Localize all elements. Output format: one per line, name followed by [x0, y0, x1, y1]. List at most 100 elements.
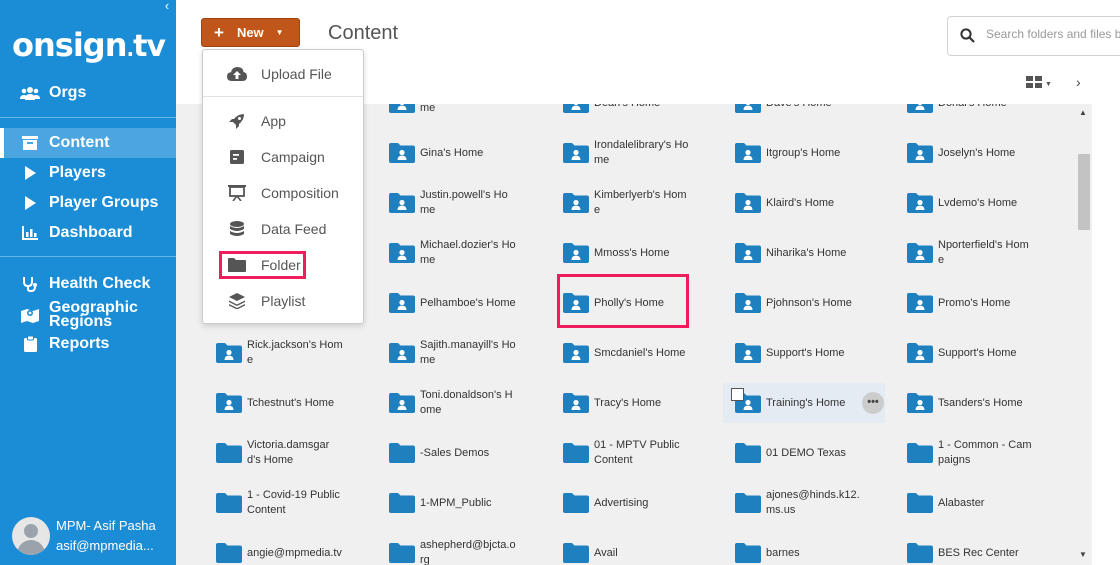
nav-reports[interactable]: Reports [0, 329, 176, 359]
divider [203, 96, 363, 97]
folder-item[interactable]: 1-MPM_Public [389, 488, 516, 518]
divider [0, 117, 176, 118]
folder-item[interactable]: -Sales Demos [389, 438, 516, 468]
nav-player-groups[interactable]: Player Groups [0, 188, 176, 218]
folder-item[interactable]: Irondalelibrary's Home [563, 138, 690, 168]
bar-chart-icon [20, 224, 40, 242]
folder-item[interactable]: Donal's Home [907, 104, 1034, 118]
folder-item[interactable]: Support's Home [735, 338, 862, 368]
folder-icon [216, 443, 242, 463]
search-input[interactable] [986, 27, 1120, 41]
folder-item[interactable]: 1 - Covid-19 Public Content [216, 488, 343, 518]
folder-name: Dave's Home [766, 104, 862, 111]
folder-item[interactable]: Toni.donaldson's Home [389, 388, 516, 418]
folder-item[interactable]: Tracy's Home [563, 388, 690, 418]
folder-item[interactable]: Michael.dozier's Home [389, 238, 516, 268]
folder-item[interactable]: Promo's Home [907, 288, 1034, 318]
right-panel-edge [1092, 104, 1120, 565]
menu-item-data-feed[interactable]: Data Feed [203, 214, 363, 244]
new-button[interactable]: + New ▼ [201, 18, 300, 47]
folder-item[interactable]: Niharika's Home [735, 238, 862, 268]
menu-item-composition[interactable]: Composition [203, 178, 363, 208]
menu-item-campaign[interactable]: Campaign [203, 142, 363, 172]
user-email: asif@mpmedia... [56, 538, 154, 553]
folder-item[interactable]: Victoria.damsgard's Home [216, 438, 343, 468]
folder-item[interactable]: Gina's Home [389, 138, 516, 168]
folder-item[interactable]: angie@mpmedia.tv [216, 538, 343, 565]
database-icon [227, 220, 247, 238]
folder-item[interactable]: Dave's Home [735, 104, 862, 118]
search-box[interactable] [947, 16, 1120, 56]
folder-item[interactable]: Alabaster [907, 488, 1034, 518]
folder-name: Tchestnut's Home [247, 396, 335, 409]
user-folder-icon [389, 143, 415, 163]
nav-dashboard[interactable]: Dashboard [0, 218, 176, 248]
vertical-scrollbar[interactable]: ▲ ▼ [1076, 104, 1092, 565]
folder-item[interactable]: Itgroup's Home [735, 138, 862, 168]
folder-icon [907, 543, 933, 563]
folder-item[interactable]: Sajith.manayill's Home [389, 338, 516, 368]
folder-item[interactable]: Kimberlyerb's Home [563, 188, 690, 218]
view-toggle-button[interactable]: ▼ [1026, 76, 1056, 92]
scrollbar-thumb[interactable] [1078, 154, 1090, 230]
folder-item[interactable]: me [389, 104, 516, 118]
select-checkbox[interactable] [731, 388, 744, 401]
folder-item[interactable]: ajones@hinds.k12.ms.us [735, 488, 862, 518]
user-folder-icon [389, 104, 415, 113]
folder-item[interactable]: Avail [563, 538, 690, 565]
folder-item[interactable]: Rick.jackson's Home [216, 338, 343, 368]
folder-item[interactable]: Justin.powell's Home [389, 188, 516, 218]
folder-item[interactable]: Mmoss's Home [563, 238, 690, 268]
folder-item[interactable]: Joselyn's Home [907, 138, 1034, 168]
nav-health-check[interactable]: Health Check [0, 269, 176, 299]
nav-geographic-regions[interactable]: Geographic Regions [0, 299, 176, 331]
user-folder-icon [563, 393, 589, 413]
folder-item[interactable]: Nporterfield's Home [907, 238, 1034, 268]
nav-orgs[interactable]: Orgs [0, 78, 176, 108]
nav-label: Players [49, 164, 106, 181]
folder-name: 01 - MPTV Public Content [594, 439, 680, 466]
scroll-up-icon[interactable]: ▲ [1079, 108, 1087, 117]
map-pin-icon [20, 306, 40, 324]
folder-item[interactable]: Training's Home [735, 388, 862, 418]
folder-item[interactable]: BES Rec Center [907, 538, 1034, 565]
folder-name: Donal's Home [938, 104, 1034, 111]
menu-item-playlist[interactable]: Playlist [203, 286, 363, 316]
folder-name: Rick.jackson's Home [247, 339, 343, 366]
folder-item[interactable]: Lvdemo's Home [907, 188, 1034, 218]
folder-item[interactable]: Klaird's Home [735, 188, 862, 218]
nav-content[interactable]: Content [0, 128, 176, 158]
collapse-sidebar-icon[interactable]: ‹ [160, 0, 174, 14]
folder-item[interactable]: Pjohnson's Home [735, 288, 862, 318]
folder-item[interactable]: 1 - Common - Campaigns [907, 438, 1034, 468]
folder-item[interactable]: 01 DEMO Texas [735, 438, 862, 468]
folder-item[interactable]: Pelhamboe's Home [389, 288, 516, 318]
user-profile[interactable]: MPM- Asif Pasha asif@mpmedia... [12, 516, 176, 560]
folder-item[interactable]: Smcdaniel's Home [563, 338, 690, 368]
chevron-right-icon[interactable]: › [1076, 74, 1081, 90]
menu-item-label: Composition [261, 185, 339, 201]
logo[interactable]: onsign.tv [12, 26, 166, 64]
menu-item-upload-file[interactable]: Upload File [203, 59, 363, 89]
menu-item-app[interactable]: App [203, 106, 363, 136]
folder-item[interactable]: ashepherd@bjcta.org [389, 538, 516, 565]
stethoscope-icon [20, 275, 40, 293]
folder-item[interactable]: Tchestnut's Home [216, 388, 343, 418]
folder-icon [907, 493, 933, 513]
folder-item[interactable]: Advertising [563, 488, 690, 518]
content-icon [20, 134, 40, 152]
plus-icon: + [214, 22, 224, 42]
folder-item[interactable]: 01 - MPTV Public Content [563, 438, 690, 468]
folder-item[interactable]: Support's Home [907, 338, 1034, 368]
nav-players[interactable]: Players [0, 158, 176, 188]
scroll-down-icon[interactable]: ▼ [1079, 550, 1087, 559]
folder-item[interactable]: Dean's Home [563, 104, 690, 118]
user-name: MPM- Asif Pasha [56, 518, 156, 533]
presentation-icon [227, 184, 247, 202]
folder-name: Avail [594, 546, 618, 559]
more-options-icon[interactable]: ••• [862, 392, 884, 414]
folder-item[interactable]: barnes [735, 538, 862, 565]
folder-name: Irondalelibrary's Home [594, 139, 689, 166]
folder-icon [735, 543, 761, 563]
folder-item[interactable]: Tsanders's Home [907, 388, 1034, 418]
